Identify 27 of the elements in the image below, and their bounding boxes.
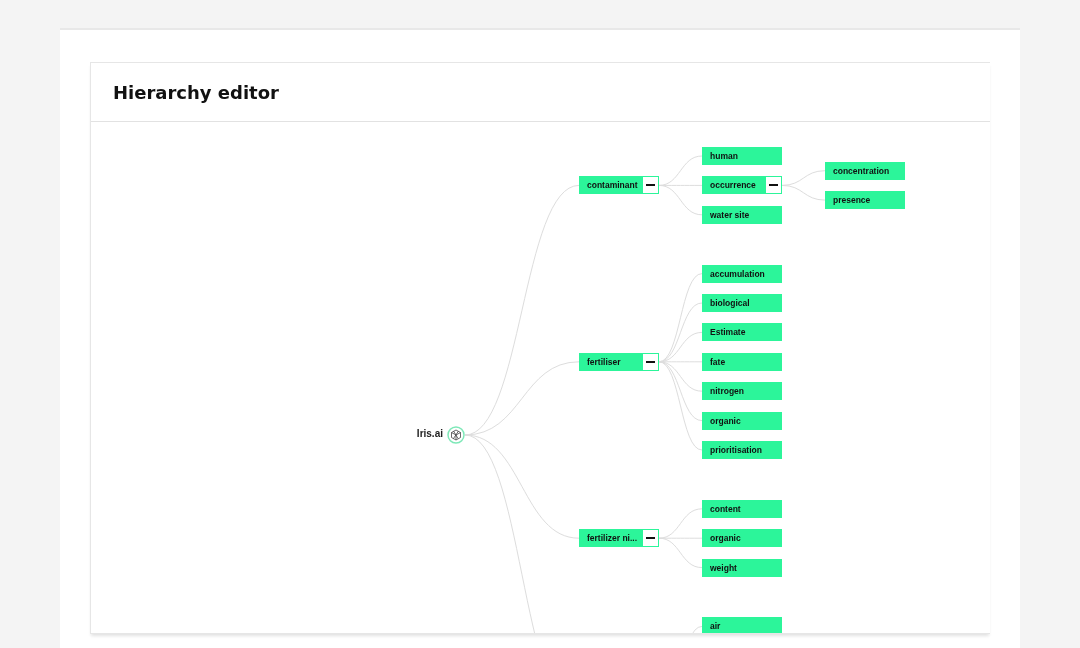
collapse-button[interactable] <box>642 176 659 195</box>
tree-node[interactable]: organic <box>702 529 782 548</box>
panel-title: Hierarchy editor <box>113 81 279 103</box>
connector-line <box>781 184 826 201</box>
tree-node[interactable]: fertiliser <box>579 352 642 371</box>
tree-node[interactable]: accumulation <box>702 264 782 283</box>
tree-node[interactable]: occurrence <box>702 176 765 195</box>
tree-node[interactable]: human <box>702 147 782 165</box>
collapse-button[interactable] <box>765 176 782 195</box>
tree-node[interactable]: presence <box>825 191 905 210</box>
tree-node[interactable]: nitrogen <box>702 382 782 401</box>
tree-node[interactable]: biological <box>702 294 782 312</box>
tree-node[interactable]: fertilizer ni... <box>579 529 642 548</box>
tree-node[interactable]: air <box>702 617 782 633</box>
tree-node[interactable]: organic <box>702 411 782 430</box>
tree-node[interactable]: contaminant <box>579 176 642 195</box>
tree-node[interactable]: fate <box>702 352 782 371</box>
tree-node[interactable]: weight <box>702 558 782 577</box>
root-node-icon[interactable] <box>447 426 465 444</box>
tree-node[interactable]: water site <box>702 205 782 224</box>
root-label: Iris.ai <box>416 428 443 439</box>
tree-node[interactable]: Estimate <box>702 323 782 342</box>
tree-node[interactable]: concentration <box>825 161 905 180</box>
tree-node[interactable]: prioritisation <box>702 441 782 459</box>
collapse-button[interactable] <box>642 352 659 371</box>
tree-node[interactable]: content <box>702 499 782 518</box>
collapse-button[interactable] <box>642 529 659 548</box>
